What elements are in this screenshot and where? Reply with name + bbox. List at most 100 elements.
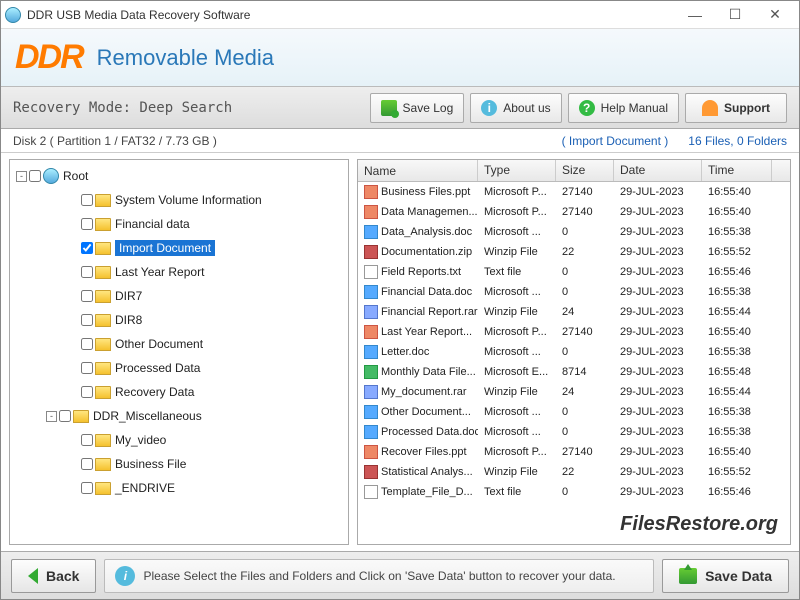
file-row[interactable]: Documentation.zipWinzip File2229-JUL-202… (358, 242, 790, 262)
cell-time: 16:55:40 (702, 326, 772, 338)
support-button[interactable]: Support (685, 93, 787, 123)
file-icon (364, 485, 378, 499)
tree-label[interactable]: DIR7 (115, 289, 142, 303)
file-row[interactable]: Letter.docMicrosoft ...029-JUL-202316:55… (358, 342, 790, 362)
file-row[interactable]: Field Reports.txtText file029-JUL-202316… (358, 262, 790, 282)
tree-item[interactable]: System Volume Information (12, 188, 346, 212)
tree-item[interactable]: Last Year Report (12, 260, 346, 284)
tree-checkbox[interactable] (29, 170, 41, 182)
tree-label[interactable]: Processed Data (115, 361, 200, 375)
tree-checkbox[interactable] (81, 458, 93, 470)
tree-checkbox[interactable] (81, 386, 93, 398)
folder-tree-panel: - Root System Volume Information Financial … (9, 159, 349, 545)
tree-item[interactable]: DIR8 (12, 308, 346, 332)
tree-item[interactable]: Processed Data (12, 356, 346, 380)
cell-time: 16:55:46 (702, 486, 772, 498)
file-icon (364, 345, 378, 359)
tree-checkbox[interactable] (81, 242, 93, 254)
save-data-button[interactable]: Save Data (662, 559, 789, 593)
col-name[interactable]: Name (358, 160, 478, 181)
tree-item[interactable]: - DDR_Miscellaneous (12, 404, 346, 428)
file-row[interactable]: Template_File_D...Text file029-JUL-20231… (358, 482, 790, 502)
file-row[interactable]: Financial Data.docMicrosoft ...029-JUL-2… (358, 282, 790, 302)
tree-checkbox[interactable] (81, 362, 93, 374)
tree-item[interactable]: Recovery Data (12, 380, 346, 404)
about-button[interactable]: i About us (470, 93, 561, 123)
logo-subtitle: Removable Media (97, 45, 274, 71)
tree-checkbox[interactable] (81, 266, 93, 278)
expander-icon[interactable]: - (16, 171, 27, 182)
cell-name: Field Reports.txt (358, 265, 478, 279)
tree-checkbox[interactable] (81, 290, 93, 302)
tree-checkbox[interactable] (81, 314, 93, 326)
maximize-button[interactable]: ☐ (715, 2, 755, 28)
tree-label[interactable]: Import Document (115, 240, 215, 256)
tree-label[interactable]: _ENDRIVE (115, 481, 175, 495)
file-row[interactable]: Other Document...Microsoft ...029-JUL-20… (358, 402, 790, 422)
cell-name: Template_File_D... (358, 485, 478, 499)
col-date[interactable]: Date (614, 160, 702, 181)
arrow-left-icon (28, 568, 38, 584)
cell-time: 16:55:40 (702, 186, 772, 198)
cell-time: 16:55:38 (702, 286, 772, 298)
file-row[interactable]: Statistical Analys...Winzip File2229-JUL… (358, 462, 790, 482)
file-list-body[interactable]: Business Files.pptMicrosoft P...2714029-… (358, 182, 790, 544)
support-label: Support (724, 101, 770, 115)
tree-label[interactable]: Root (63, 169, 88, 183)
file-icon (364, 405, 378, 419)
file-row[interactable]: Processed Data.docMicrosoft ...029-JUL-2… (358, 422, 790, 442)
tree-label[interactable]: System Volume Information (115, 193, 262, 207)
tree-checkbox[interactable] (81, 434, 93, 446)
file-row[interactable]: Last Year Report...Microsoft P...2714029… (358, 322, 790, 342)
tree-label[interactable]: Financial data (115, 217, 190, 231)
disk-label: Disk 2 ( Partition 1 / FAT32 / 7.73 GB ) (13, 134, 562, 148)
file-row[interactable]: Data_Analysis.docMicrosoft ...029-JUL-20… (358, 222, 790, 242)
file-row[interactable]: My_document.rarWinzip File2429-JUL-20231… (358, 382, 790, 402)
close-button[interactable]: ✕ (755, 2, 795, 28)
help-button[interactable]: ? Help Manual (568, 93, 679, 123)
tree-label[interactable]: My_video (115, 433, 166, 447)
back-button[interactable]: Back (11, 559, 96, 593)
tree-checkbox[interactable] (81, 338, 93, 350)
tree-label[interactable]: DDR_Miscellaneous (93, 409, 202, 423)
tree-item[interactable]: Financial data (12, 212, 346, 236)
folder-icon (95, 362, 111, 375)
file-row[interactable]: Data Managemen...Microsoft P...2714029-J… (358, 202, 790, 222)
tree-label[interactable]: DIR8 (115, 313, 142, 327)
tree-item[interactable]: DIR7 (12, 284, 346, 308)
app-icon (5, 7, 21, 23)
tree-label[interactable]: Other Document (115, 337, 203, 351)
tree-item[interactable]: Business File (12, 452, 346, 476)
folder-tree[interactable]: - Root System Volume Information Financial … (10, 160, 348, 544)
tree-root[interactable]: - Root (12, 164, 346, 188)
file-row[interactable]: Recover Files.pptMicrosoft P...2714029-J… (358, 442, 790, 462)
tree-item[interactable]: Other Document (12, 332, 346, 356)
save-data-label: Save Data (705, 568, 772, 584)
save-log-button[interactable]: Save Log (370, 93, 465, 123)
col-size[interactable]: Size (556, 160, 614, 181)
file-row[interactable]: Business Files.pptMicrosoft P...2714029-… (358, 182, 790, 202)
col-type[interactable]: Type (478, 160, 556, 181)
tree-item[interactable]: Import Document (12, 236, 346, 260)
tree-checkbox[interactable] (81, 194, 93, 206)
file-row[interactable]: Monthly Data File...Microsoft E...871429… (358, 362, 790, 382)
folder-icon (95, 482, 111, 495)
cell-date: 29-JUL-2023 (614, 306, 702, 318)
help-label: Help Manual (601, 101, 668, 115)
cell-date: 29-JUL-2023 (614, 206, 702, 218)
file-row[interactable]: Financial Report.rarWinzip File2429-JUL-… (358, 302, 790, 322)
cell-type: Text file (478, 486, 556, 498)
tree-label[interactable]: Last Year Report (115, 265, 204, 279)
tree-checkbox[interactable] (81, 482, 93, 494)
tree-item[interactable]: My_video (12, 428, 346, 452)
tree-item[interactable]: _ENDRIVE (12, 476, 346, 500)
tree-label[interactable]: Business File (115, 457, 186, 471)
expander-icon[interactable]: - (46, 411, 57, 422)
tree-checkbox[interactable] (81, 218, 93, 230)
tree-checkbox[interactable] (59, 410, 71, 422)
minimize-button[interactable]: — (675, 2, 715, 28)
cell-date: 29-JUL-2023 (614, 486, 702, 498)
cell-date: 29-JUL-2023 (614, 366, 702, 378)
col-time[interactable]: Time (702, 160, 772, 181)
tree-label[interactable]: Recovery Data (115, 385, 194, 399)
